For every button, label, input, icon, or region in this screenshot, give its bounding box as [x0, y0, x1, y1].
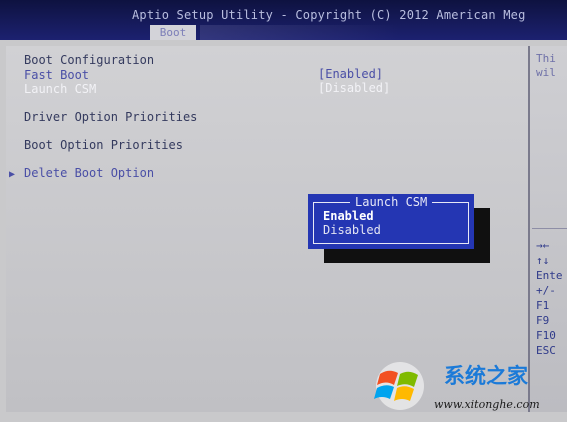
header-bar: Aptio Setup Utility - Copyright (C) 2012…: [0, 0, 567, 40]
launch-csm-dialog: Launch CSM Enabled Disabled: [308, 194, 474, 249]
watermark-url: www.xitonghe.com: [434, 398, 540, 411]
submenu-arrow-icon: ▶: [9, 169, 16, 180]
option-enabled[interactable]: Enabled: [323, 209, 374, 223]
driver-option-priorities[interactable]: Driver Option Priorities: [24, 110, 197, 124]
tab-boot[interactable]: Boot: [150, 25, 196, 40]
launch-csm-value[interactable]: [Disabled]: [318, 81, 390, 95]
help-text-line1: Thi: [536, 52, 556, 65]
fast-boot-label[interactable]: Fast Boot: [24, 68, 89, 82]
key-legend: →← ↑↓ Ente +/- F1 F9 F10 ESC: [536, 238, 563, 358]
key-plus-minus: +/-: [536, 284, 556, 297]
windows-logo-icon: [374, 362, 424, 410]
help-text-line2: wil: [536, 66, 556, 79]
delete-boot-option[interactable]: Delete Boot Option: [24, 166, 154, 180]
key-enter: Ente: [536, 269, 563, 282]
tab-row: Boot: [0, 25, 567, 40]
dialog-title: Launch CSM: [350, 195, 433, 209]
section-title-boot-configuration: Boot Configuration: [24, 53, 155, 67]
key-arrows-vertical: ↑↓: [536, 254, 550, 267]
tab-faded-strip: [200, 25, 400, 40]
launch-csm-label[interactable]: Launch CSM: [24, 82, 96, 96]
key-f10: F10: [536, 329, 556, 342]
help-divider: [532, 228, 567, 229]
site-watermark: 系统之家 www.xitonghe.com: [372, 352, 562, 416]
boot-option-priorities[interactable]: Boot Option Priorities: [24, 138, 183, 152]
option-disabled[interactable]: Disabled: [323, 223, 381, 237]
fast-boot-value[interactable]: [Enabled]: [318, 67, 383, 81]
watermark-brand: 系统之家: [444, 364, 528, 388]
key-f9: F9: [536, 314, 550, 327]
app-title: Aptio Setup Utility - Copyright (C) 2012…: [132, 8, 526, 22]
key-arrows-horizontal: →←: [536, 239, 550, 252]
key-f1: F1: [536, 299, 550, 312]
